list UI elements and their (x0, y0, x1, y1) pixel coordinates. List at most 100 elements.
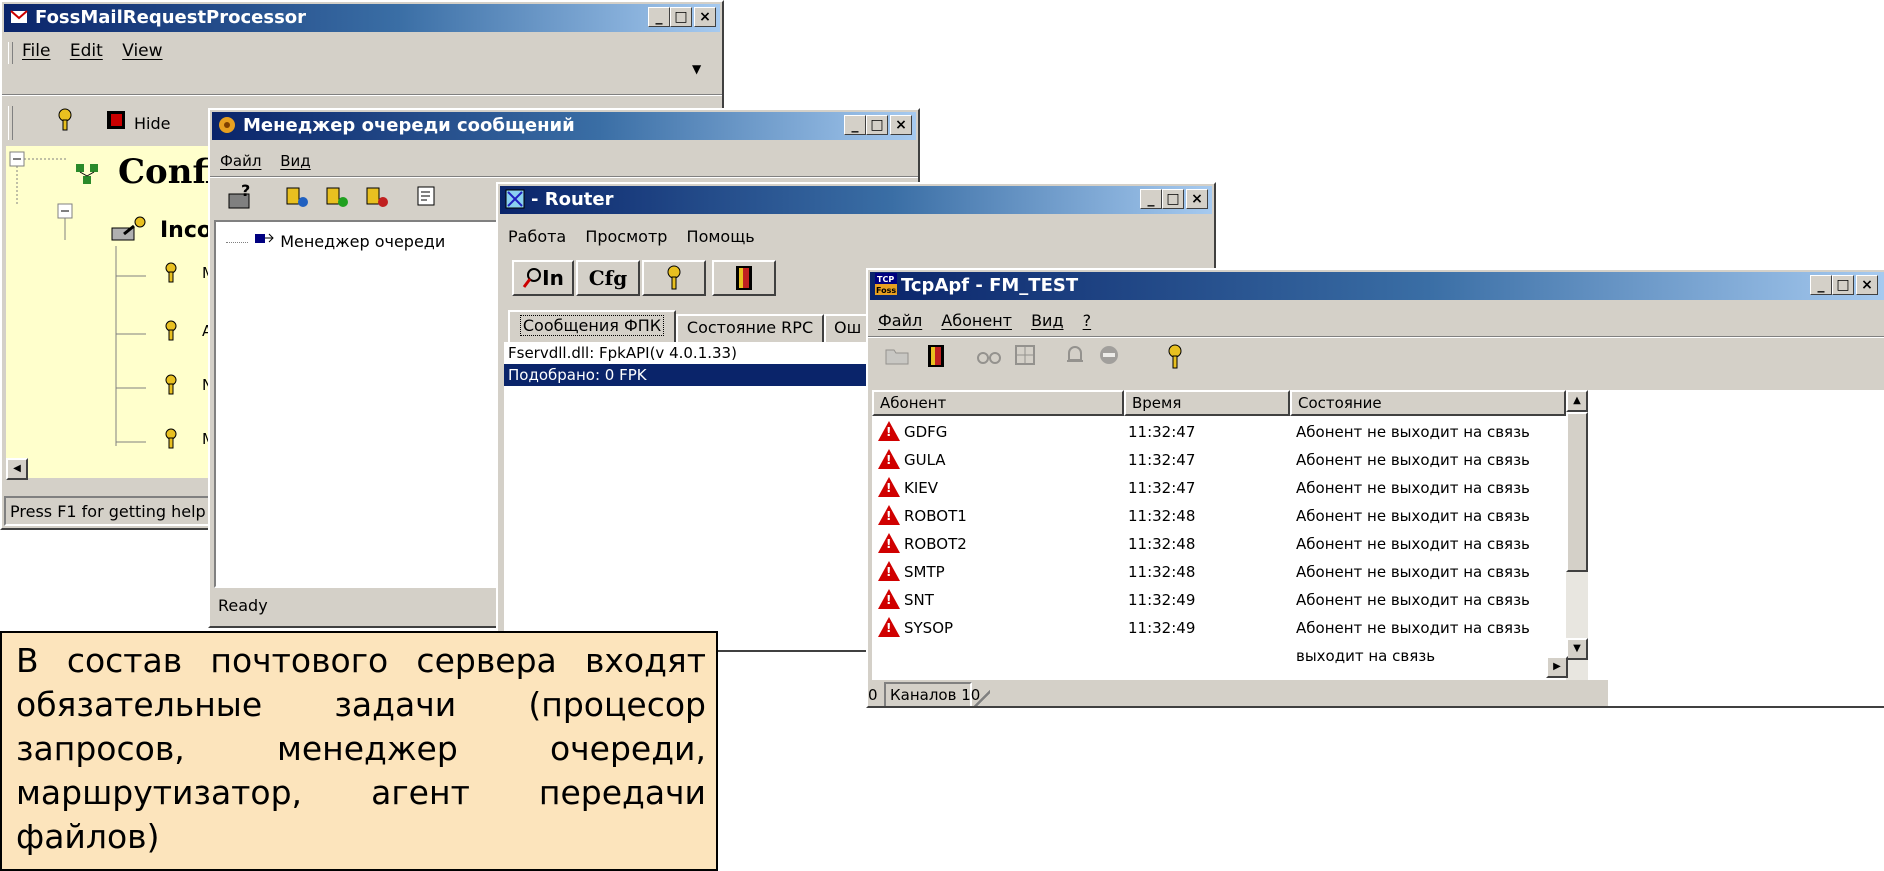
queue-tool-icon-3[interactable] (360, 184, 394, 216)
incoming-icon (110, 214, 150, 249)
svg-text:TCP: TCP (877, 275, 894, 284)
queue-tree-pane[interactable]: Менеджер очереди (214, 220, 504, 588)
list-item[interactable]: KIEV11:32:47Абонент не выходит на связь (872, 474, 1566, 502)
resize-grip-icon[interactable] (974, 690, 990, 706)
maximize-button[interactable]: □ (866, 115, 888, 135)
stop-icon[interactable] (1092, 344, 1126, 376)
help-key-icon (667, 265, 681, 290)
list-item[interactable]: ROBOT211:32:48Абонент не выходит на связ… (872, 530, 1566, 558)
warning-icon (878, 589, 900, 609)
router-exit-button[interactable] (712, 260, 776, 296)
queue-menubar: Файл Вид (220, 148, 325, 174)
menu-file[interactable]: Файл (220, 152, 261, 170)
log-line-selected[interactable]: Подобрано: 0 FPK (504, 364, 888, 386)
tcpapf-status-bar: 0 Каналов 10 (868, 680, 1608, 706)
search-icon (522, 266, 542, 290)
list-item[interactable]: SNT11:32:49Абонент не выходит на связь (872, 586, 1566, 614)
menu-chevron-icon[interactable]: ▼ (692, 62, 701, 76)
queue-manager-titlebar[interactable]: Менеджер очереди сообщений _ □ × (212, 112, 916, 140)
toolbar-separator (2, 94, 722, 96)
tcp-foss-icon: TCP Foss (875, 273, 897, 295)
scroll-right-button[interactable]: ▶ (1546, 656, 1568, 678)
router-help-button[interactable] (642, 260, 706, 296)
menu-help[interactable]: Помощь (687, 227, 755, 246)
list-item[interactable]: GULA11:32:47Абонент не выходит на связь (872, 446, 1566, 474)
minimize-button[interactable]: _ (648, 7, 670, 27)
in-button[interactable]: In (512, 260, 574, 296)
scroll-thumb[interactable] (1566, 412, 1588, 572)
tab-fpk-messages[interactable]: Сообщения ФПК (508, 310, 676, 342)
menu-edit[interactable]: Edit (70, 41, 103, 61)
router-title: - Router (531, 189, 614, 210)
open-folder-icon[interactable] (880, 344, 914, 376)
minimize-button[interactable]: _ (1810, 275, 1832, 295)
list-item[interactable]: ROBOT111:32:48Абонент не выходит на связ… (872, 502, 1566, 530)
tree-root-label[interactable]: Confi (118, 152, 217, 192)
help-key-icon[interactable] (1158, 344, 1192, 376)
minimize-button[interactable]: _ (1140, 189, 1162, 209)
exit-door-icon[interactable] (920, 344, 954, 376)
menubar-grip (8, 42, 13, 64)
menu-file[interactable]: Файл (878, 311, 922, 330)
scroll-down-button[interactable]: ▼ (1566, 638, 1588, 660)
log-line: Fservdll.dll: FpkAPI(v 4.0.1.33) (508, 344, 737, 362)
menu-file[interactable]: File (22, 41, 50, 61)
tree-leaf[interactable]: M (164, 428, 215, 455)
tab-rpc-state[interactable]: Состояние RPC (676, 314, 824, 342)
column-header-subscriber[interactable]: Абонент (872, 390, 1124, 416)
status-text: Press F1 for getting help (10, 502, 206, 521)
menu-subscriber[interactable]: Абонент (941, 311, 1012, 330)
hide-icon[interactable] (102, 108, 130, 140)
app-icon (9, 7, 29, 27)
list-item[interactable]: SMTP11:32:48Абонент не выходит на связь (872, 558, 1566, 586)
grid-icon[interactable] (1008, 344, 1042, 376)
hscroll-left-button[interactable]: ◀ (6, 458, 28, 480)
list-item[interactable]: SYSOP11:32:49Абонент не выходит на связь (872, 614, 1566, 642)
tree-leaf[interactable]: N (164, 374, 213, 401)
subscriber-list[interactable]: Абонент Время Состояние GDFG11:32:47Абон… (868, 390, 1884, 706)
bell-icon[interactable] (1058, 344, 1092, 376)
router-titlebar[interactable]: - Router _ □ × (500, 186, 1212, 214)
menu-help[interactable]: ? (1083, 311, 1092, 330)
vertical-scrollbar[interactable]: ▲ ▼ (1566, 390, 1588, 680)
exit-door-icon (736, 266, 752, 290)
key-icon (165, 320, 177, 341)
menu-view[interactable]: Вид (1031, 311, 1063, 330)
queue-help-icon[interactable]: ? (224, 181, 258, 216)
help-key-icon[interactable] (48, 108, 82, 140)
column-header-time[interactable]: Время (1124, 390, 1290, 416)
warning-icon (878, 533, 900, 553)
tree-dots (226, 242, 248, 243)
list-item[interactable]: выходит на связь (872, 642, 1566, 670)
queue-app-icon (217, 115, 237, 135)
column-header-state[interactable]: Состояние (1290, 390, 1566, 416)
minimize-button[interactable]: _ (844, 115, 866, 135)
queue-properties-icon[interactable] (410, 184, 444, 216)
menu-work[interactable]: Работа (508, 227, 566, 246)
hide-button[interactable]: Hide (134, 114, 170, 133)
menu-browse[interactable]: Просмотр (585, 227, 667, 246)
maximize-button[interactable]: □ (1162, 189, 1184, 209)
maximize-button[interactable]: □ (670, 7, 692, 27)
scroll-up-button[interactable]: ▲ (1566, 390, 1588, 412)
caption-box: В состав почтового сервера входят обязат… (0, 631, 718, 871)
close-button[interactable]: × (1186, 189, 1208, 209)
close-button[interactable]: × (694, 7, 716, 27)
fossmail-titlebar[interactable]: FossMailRequestProcessor _ □ × (4, 4, 720, 32)
glasses-icon[interactable] (972, 344, 1006, 376)
tree-leaf[interactable]: A (164, 320, 212, 347)
config-root-icon (74, 162, 102, 193)
close-button[interactable]: × (1856, 275, 1878, 295)
maximize-button[interactable]: □ (1832, 275, 1854, 295)
queue-tree-item[interactable]: Менеджер очереди (226, 232, 445, 251)
warning-icon (878, 617, 900, 637)
tree-leaf[interactable]: M (164, 262, 215, 289)
close-button[interactable]: × (890, 115, 912, 135)
menu-view[interactable]: Вид (280, 152, 310, 170)
cfg-button[interactable]: Cfg (576, 260, 640, 296)
queue-tool-icon-1[interactable] (280, 184, 314, 216)
menu-view[interactable]: View (122, 41, 162, 61)
tcpapf-titlebar[interactable]: TCP Foss TcpApf - FM_TEST _ □ × (870, 272, 1884, 300)
queue-tool-icon-2[interactable] (320, 184, 354, 216)
list-item[interactable]: GDFG11:32:47Абонент не выходит на связь (872, 418, 1566, 446)
